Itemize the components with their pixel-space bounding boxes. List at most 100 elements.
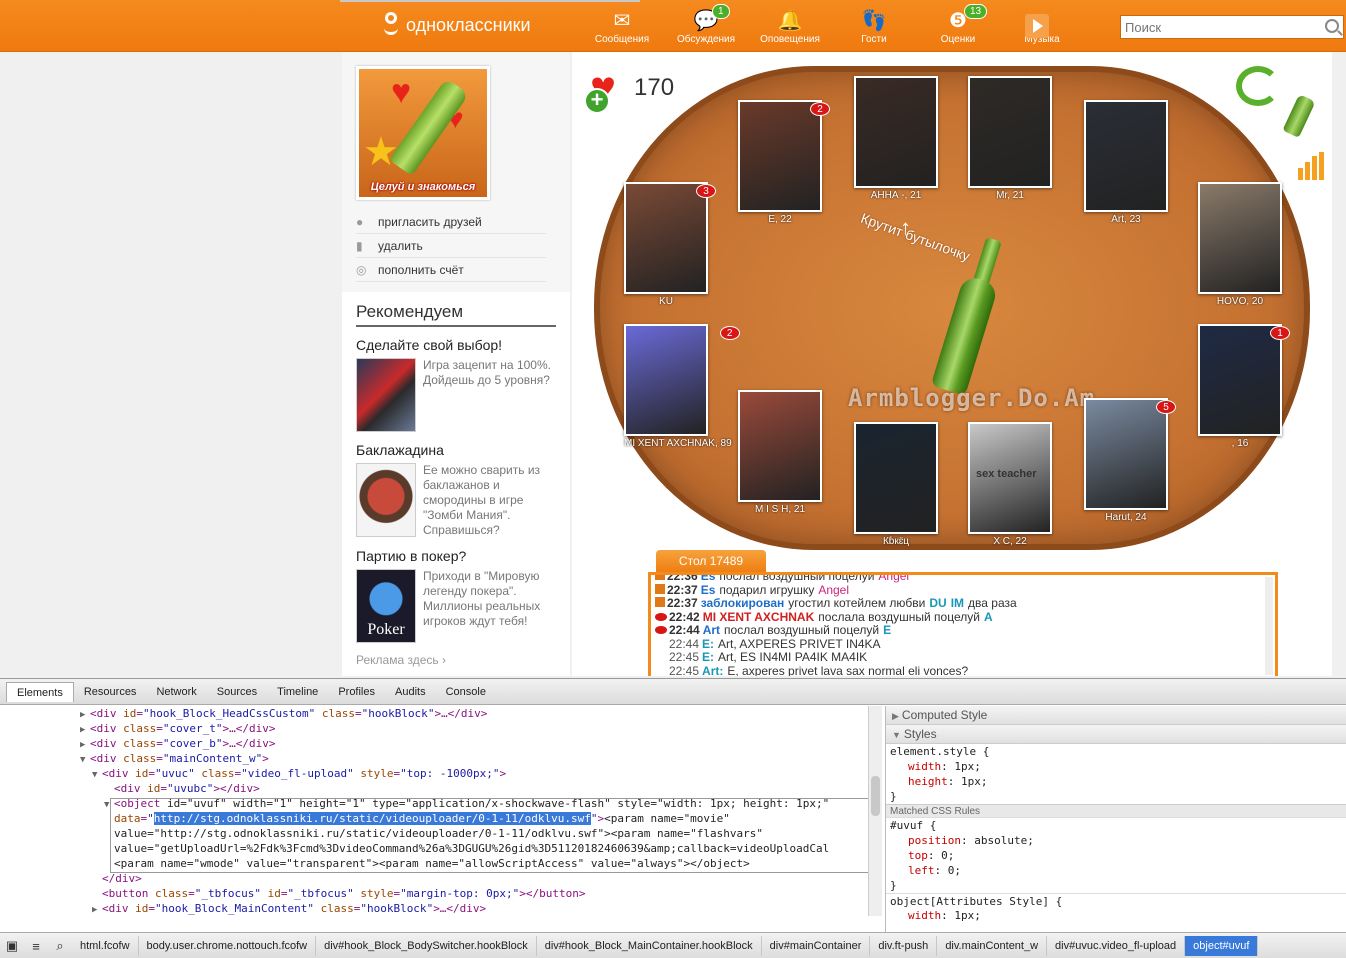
chat-user[interactable]: MI XENT AXCHNAK (703, 610, 815, 624)
dom-node[interactable]: ▶ <div class="cover_b">…</div> (0, 736, 882, 751)
dom-node[interactable]: ▼ <div id="uvuc" class="video_fl-upload" … (0, 766, 882, 781)
devtools-tab[interactable]: Profiles (328, 682, 385, 702)
rec-item[interactable]: Сделайте свой выбор! Игра зацепит на 100… (356, 337, 556, 432)
dom-node[interactable]: ▶ <div id="hook_Block_MainContent" class=… (0, 901, 882, 916)
dom-node[interactable]: <button class="_tbfocus" id="_tbfocus" s… (0, 886, 882, 901)
nav-item[interactable]: ❺ Оценки 13 (916, 4, 1000, 50)
rule-selector[interactable]: element.style { (886, 744, 1346, 759)
search-icon[interactable]: ⌕ (48, 936, 72, 956)
play-icon[interactable] (1025, 14, 1049, 38)
rule-selector[interactable]: object[Attributes Style] { (886, 893, 1346, 908)
css-property[interactable]: left: 0; (886, 863, 1346, 878)
rec-item[interactable]: Баклажадина Ее можно сварить из баклажан… (356, 442, 556, 538)
player-photo[interactable] (1198, 182, 1282, 294)
dom-node[interactable]: <div id="uvubc"></div> (0, 781, 882, 796)
chat-user[interactable]: Es (701, 583, 716, 597)
devtools-tab[interactable]: Audits (385, 682, 436, 702)
nav-item[interactable]: 👣 Гости (832, 6, 916, 50)
site-logo[interactable]: одноклассники (382, 12, 531, 38)
player-seat[interactable]: Mr, 21 (968, 76, 1052, 201)
nav-item[interactable]: 🔔 Оповещения (748, 6, 832, 50)
player-seat[interactable]: 2 MI XENT AXCHNAK, 89 (624, 324, 740, 449)
breadcrumb-item[interactable]: div.ft-push (870, 936, 938, 956)
poker-game-image[interactable]: Poker (356, 569, 416, 643)
breadcrumb-item[interactable]: div.mainContent_w (937, 936, 1048, 956)
dom-node[interactable]: ▼ <div class="mainContent_w"> (0, 751, 882, 766)
nav-item[interactable]: 💬 Обсуждения 1 (664, 4, 748, 50)
rec-item[interactable]: Партию в покер? Poker Приходи в "Мировую… (356, 548, 556, 643)
vertical-scrollbar[interactable] (868, 706, 882, 916)
player-photo[interactable] (968, 76, 1052, 188)
spin-bottle[interactable] (930, 234, 1012, 396)
devtools-tab[interactable]: Console (436, 682, 496, 702)
player-photo[interactable] (1198, 324, 1282, 436)
dom-node[interactable]: </div> (0, 871, 882, 886)
devtools-tab[interactable]: Elements (6, 681, 74, 702)
breadcrumb-item[interactable]: html.fcofw (72, 936, 139, 956)
chat-user[interactable]: E (883, 623, 891, 637)
sidebar-link[interactable]: ● пригласить друзей (356, 210, 546, 234)
chat-user[interactable]: Art: (702, 664, 723, 676)
player-photo[interactable] (624, 182, 708, 294)
bottle-icon[interactable] (1282, 94, 1316, 138)
stats-icon[interactable] (1298, 152, 1324, 180)
player-seat[interactable]: sex teacher X C, 22 (968, 422, 1052, 547)
zombie-game-image[interactable] (356, 463, 416, 537)
breadcrumb-item[interactable]: div#mainContainer (762, 936, 871, 956)
player-photo[interactable] (854, 422, 938, 534)
player-seat[interactable]: 5 Harut, 24 (1084, 398, 1176, 523)
css-property[interactable]: top: 0; (886, 848, 1346, 863)
css-property[interactable]: width: 1px; (886, 908, 1346, 923)
player-seat[interactable]: Кɓкɛ̈ц (854, 422, 938, 547)
player-seat[interactable]: 1 , 16 (1198, 324, 1290, 449)
player-seat[interactable]: M I S H, 21 (738, 390, 822, 515)
chat-user[interactable]: E: (702, 637, 714, 651)
devtools-tab[interactable]: Network (146, 682, 206, 702)
add-hearts-button[interactable]: + (584, 88, 610, 114)
breadcrumb-item[interactable]: object#uvuf (1185, 936, 1259, 956)
css-property[interactable]: position: absolute; (886, 833, 1346, 848)
player-seat[interactable]: АННА -, 21 (854, 76, 938, 201)
console-toggle-icon[interactable]: ≡ (24, 936, 48, 956)
player-photo[interactable] (1084, 100, 1168, 212)
chat-user[interactable]: E: (702, 650, 714, 664)
rec-item-title[interactable]: Баклажадина (356, 442, 556, 458)
breadcrumb-item[interactable]: body.user.chrome.nottouch.fcofw (139, 936, 317, 956)
chat-user[interactable]: Angel (878, 575, 909, 583)
devtools-tab[interactable]: Timeline (267, 682, 328, 702)
breadcrumb-item[interactable]: div#uvuc.video_fl-upload (1047, 936, 1186, 956)
tab-table[interactable]: Стол 17489 (656, 550, 766, 572)
chat-user[interactable]: Es (701, 575, 716, 583)
refresh-icon[interactable] (1236, 66, 1280, 106)
breadcrumb-item[interactable]: div#hook_Block_BodySwitcher.hookBlock (316, 936, 537, 956)
player-photo[interactable] (1084, 398, 1168, 510)
chat-user[interactable]: DU (929, 596, 946, 610)
dom-node[interactable]: ▶ <div class="cover_t">…</div> (0, 721, 882, 736)
css-property[interactable]: height: 1px; (886, 774, 1346, 789)
chat-scrollbar[interactable] (1265, 577, 1273, 675)
player-photo[interactable]: sex teacher (968, 422, 1052, 534)
dock-icon[interactable]: ▣ (0, 936, 24, 956)
search-input[interactable] (1121, 16, 1317, 38)
axe-game-image[interactable] (356, 358, 416, 432)
player-seat[interactable]: 2 E, 22 (738, 100, 830, 225)
rule-selector[interactable]: #uvuf { (886, 818, 1346, 833)
rec-item-title[interactable]: Сделайте свой выбор! (356, 337, 556, 353)
app-thumbnail[interactable]: ♥ ♥ ★ Целуй и знакомься (356, 66, 490, 200)
player-seat[interactable]: 3 KU (624, 182, 716, 307)
dom-node[interactable]: ▶ <div id="hook_Block_HeadCssCustom" clas… (0, 706, 882, 721)
chat-user[interactable]: Art (703, 623, 720, 637)
devtools-tab[interactable]: Sources (207, 682, 267, 702)
chat-user[interactable]: IM (951, 596, 964, 610)
sidebar-link[interactable]: ◎ пополнить счёт (356, 258, 546, 282)
player-photo[interactable] (624, 324, 708, 436)
player-photo[interactable] (738, 390, 822, 502)
ad-link[interactable]: Реклама здесь › (356, 653, 556, 667)
search-icon[interactable] (1325, 19, 1339, 33)
rec-item-title[interactable]: Партию в покер? (356, 548, 556, 564)
computed-style-header[interactable]: ▶ Computed Style (886, 706, 1346, 725)
player-photo[interactable] (854, 76, 938, 188)
devtools-tab[interactable]: Resources (74, 682, 147, 702)
chat-user[interactable]: заблокирован (701, 596, 785, 610)
breadcrumb-item[interactable]: div#hook_Block_MainContainer.hookBlock (537, 936, 762, 956)
